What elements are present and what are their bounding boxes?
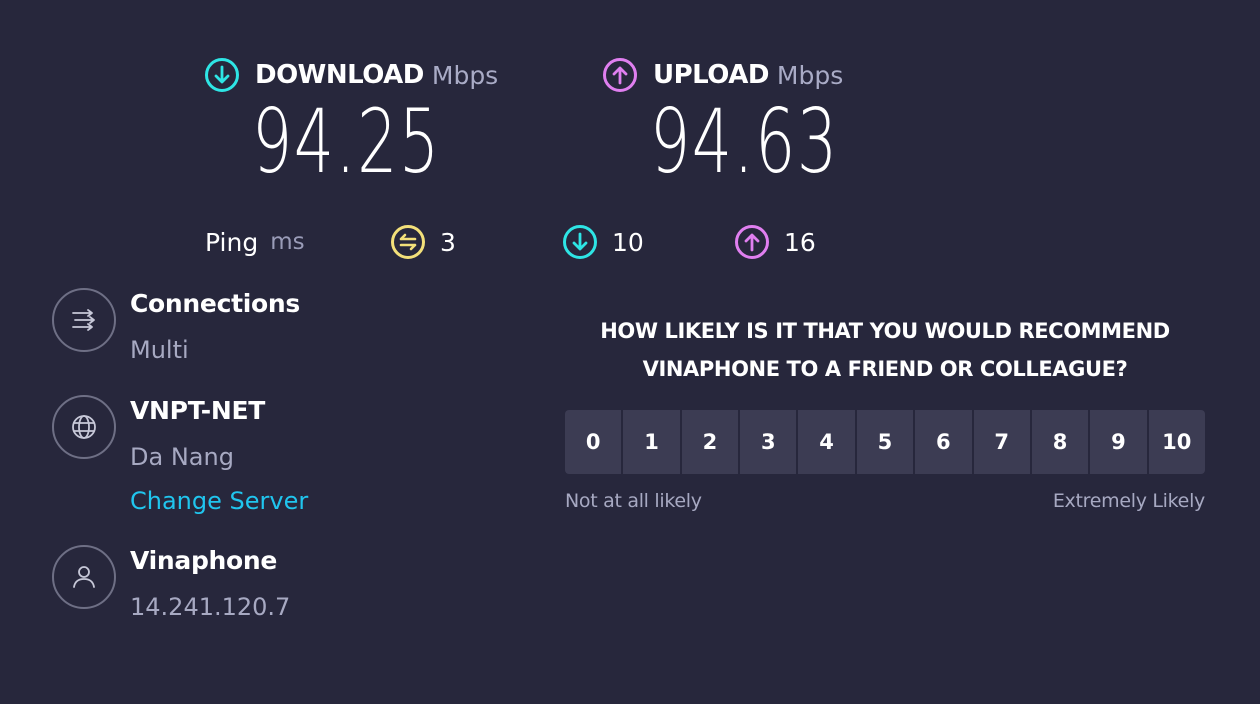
server-location: Da Nang [130, 443, 234, 471]
upload-value: 94.63 [650, 90, 839, 193]
ping-upload: 16 [734, 224, 816, 260]
scale-labels: Not at all likely Extremely Likely [565, 490, 1205, 512]
upload-label: UPLOAD [653, 60, 769, 90]
ping-download: 10 [562, 224, 644, 260]
provider-info: Vinaphone 14.241.120.7 [52, 545, 290, 623]
upload-unit: Mbps [776, 60, 844, 90]
rating-3-button[interactable]: 3 [740, 410, 797, 474]
change-server-link[interactable]: Change Server [130, 485, 308, 517]
globe-icon-wrap [52, 395, 116, 459]
ping-unit: ms [270, 229, 305, 255]
survey-question: HOW LIKELY IS IT THAT YOU WOULD RECOMMEN… [565, 312, 1205, 388]
rating-1-button[interactable]: 1 [623, 410, 680, 474]
arrow-down-circle-icon [563, 225, 597, 259]
server-info: VNPT-NET Da Nang Change Server [52, 395, 308, 517]
ping-idle: 3 [390, 224, 456, 260]
rating-2-button[interactable]: 2 [681, 410, 739, 474]
survey-question-line1: HOW LIKELY IS IT THAT YOU WOULD RECOMMEN… [600, 319, 1170, 343]
ping-label: Ping [205, 227, 259, 257]
globe-icon [72, 415, 96, 439]
rating-4-button[interactable]: 4 [798, 410, 855, 474]
connections-title: Connections [130, 289, 300, 318]
recommend-survey: HOW LIKELY IS IT THAT YOU WOULD RECOMMEN… [565, 312, 1205, 512]
rating-0-button[interactable]: 0 [565, 410, 622, 474]
rating-scale: 0 1 2 3 4 5 6 7 8 9 10 [565, 410, 1205, 474]
download-header: DOWNLOAD Mbps [204, 56, 514, 94]
user-icon [73, 566, 95, 588]
ping-idle-icon [391, 225, 425, 259]
rating-10-button[interactable]: 10 [1148, 410, 1205, 474]
server-title: VNPT-NET [130, 396, 266, 425]
ping-row: Ping ms 3 10 16 [205, 224, 816, 260]
rating-9-button[interactable]: 9 [1090, 410, 1147, 474]
connections-icon [72, 309, 95, 331]
arrow-up-circle-icon [735, 225, 769, 259]
rating-6-button[interactable]: 6 [915, 410, 972, 474]
user-icon-wrap [52, 545, 116, 609]
rating-8-button[interactable]: 8 [1031, 410, 1089, 474]
connections-icon-wrap[interactable] [52, 288, 116, 352]
provider-title: Vinaphone [130, 546, 278, 575]
rating-5-button[interactable]: 5 [856, 410, 914, 474]
survey-question-line2: VINAPHONE TO A FRIEND OR COLLEAGUE? [642, 357, 1128, 381]
download-value: 94.25 [252, 90, 441, 193]
ping-upload-value: 16 [784, 227, 816, 257]
scale-low-label: Not at all likely [565, 490, 702, 512]
ping-download-value: 10 [612, 227, 644, 257]
download-unit: Mbps [431, 60, 499, 90]
arrow-down-circle-icon [205, 58, 239, 92]
connections-value: Multi [130, 336, 189, 364]
scale-high-label: Extremely Likely [1052, 490, 1205, 512]
upload-header: UPLOAD Mbps [602, 56, 912, 94]
ping-idle-value: 3 [440, 227, 456, 257]
connections-info: Connections Multi [52, 288, 300, 366]
rating-7-button[interactable]: 7 [973, 410, 1030, 474]
download-metric: DOWNLOAD Mbps 94.25 [204, 56, 514, 190]
download-label: DOWNLOAD [255, 60, 424, 90]
provider-ip: 14.241.120.7 [130, 593, 291, 621]
arrow-up-circle-icon [603, 58, 637, 92]
upload-metric: UPLOAD Mbps 94.63 [602, 56, 912, 190]
